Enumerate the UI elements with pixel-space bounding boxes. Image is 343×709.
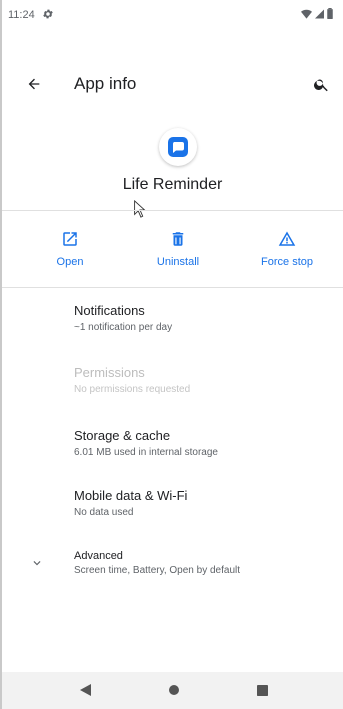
gear-icon <box>43 9 53 19</box>
pref-title: Advanced <box>74 550 123 562</box>
pref-title: Storage & cache <box>74 428 171 443</box>
notifications-item[interactable]: Notifications ~1 notification per day <box>74 303 334 333</box>
chat-bubble-icon <box>168 137 188 157</box>
pref-summary: No permissions requested <box>74 384 191 395</box>
pref-summary: Screen time, Battery, Open by default <box>74 565 241 576</box>
app-icon <box>159 128 197 166</box>
force-stop-button[interactable]: Force stop <box>242 230 332 268</box>
divider <box>2 287 343 288</box>
pref-summary: No data used <box>74 507 134 518</box>
battery-icon <box>327 8 333 19</box>
open-label: Open <box>56 256 84 268</box>
back-button[interactable] <box>22 72 46 96</box>
search-button[interactable] <box>309 72 333 96</box>
uninstall-button[interactable]: Uninstall <box>133 230 223 268</box>
app-info-screen: 11:24 App info Life Reminder Open Uninst… <box>0 0 343 709</box>
chevron-down-icon[interactable] <box>30 556 44 570</box>
open-button[interactable]: Open <box>25 230 115 268</box>
app-name: Life Reminder <box>122 176 223 193</box>
uninstall-label: Uninstall <box>156 256 200 268</box>
permissions-item: Permissions No permissions requested <box>74 365 334 395</box>
advanced-item[interactable]: Advanced Screen time, Battery, Open by d… <box>74 550 334 576</box>
pref-title: Permissions <box>74 365 145 380</box>
nav-back-button[interactable] <box>78 682 94 698</box>
page-title: App info <box>74 74 137 93</box>
search-icon <box>313 79 328 91</box>
nav-home-icon <box>169 685 179 695</box>
system-nav-bar <box>2 672 343 709</box>
pref-summary: 6.01 MB used in internal storage <box>74 447 218 458</box>
status-time: 11:24 <box>8 9 35 21</box>
divider <box>2 210 343 211</box>
arrow-back-icon <box>28 78 40 90</box>
nav-recents-button[interactable] <box>254 682 270 698</box>
status-icons <box>301 8 333 19</box>
status-bar: 11:24 <box>2 0 343 30</box>
wifi-icon <box>301 9 312 19</box>
nav-back-icon <box>80 684 91 696</box>
signal-icon <box>315 9 324 18</box>
app-bar: App info <box>2 62 343 106</box>
warning-icon <box>278 231 296 246</box>
nav-recents-icon <box>256 684 268 696</box>
pref-title: Mobile data & Wi-Fi <box>74 488 188 503</box>
force-stop-label: Force stop <box>261 256 313 268</box>
pref-summary: ~1 notification per day <box>74 322 173 333</box>
nav-home-button[interactable] <box>166 682 182 698</box>
storage-cache-item[interactable]: Storage & cache 6.01 MB used in internal… <box>74 428 334 458</box>
mobile-data-wifi-item[interactable]: Mobile data & Wi-Fi No data used <box>74 488 334 518</box>
mouse-cursor-icon <box>134 200 146 218</box>
open-in-new-icon <box>63 232 77 246</box>
trash-icon <box>172 232 184 246</box>
pref-title: Notifications <box>74 303 145 318</box>
